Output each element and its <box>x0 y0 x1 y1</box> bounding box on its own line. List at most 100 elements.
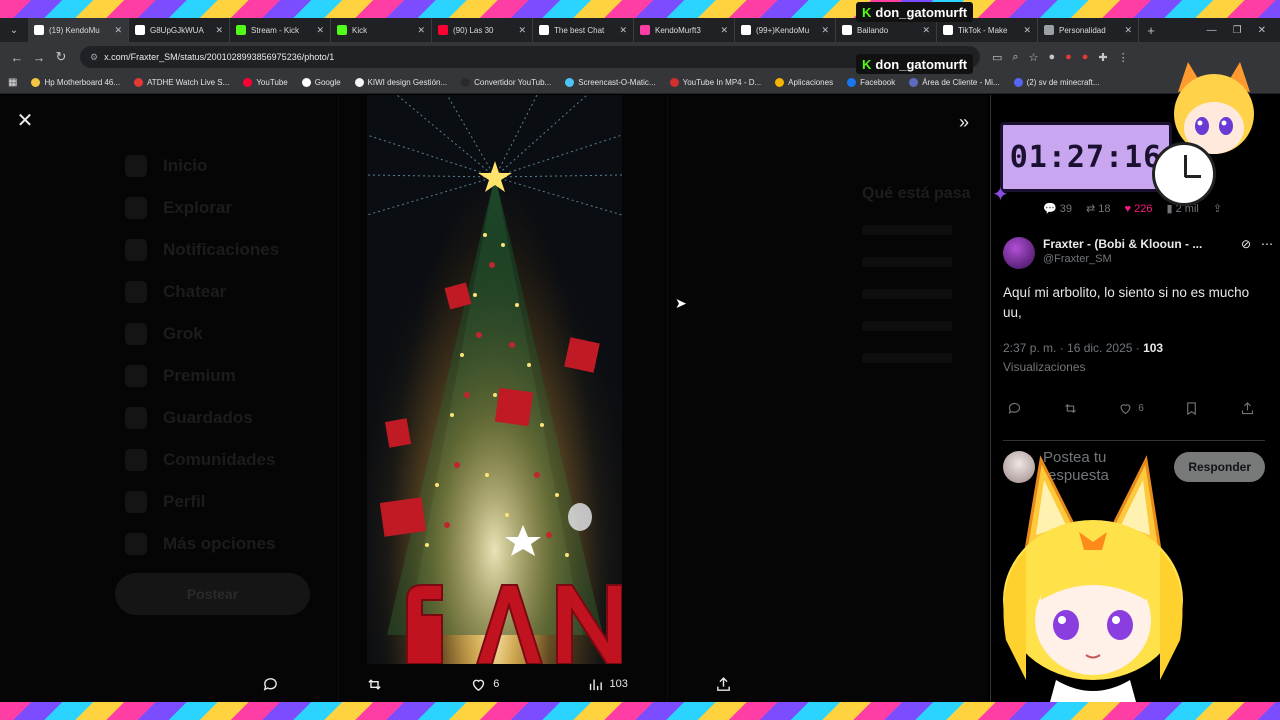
prev-share-icon[interactable]: ⇪ <box>1213 202 1222 215</box>
photo-repost-button[interactable] <box>366 676 383 693</box>
photo-views-button[interactable]: 103 <box>587 676 628 693</box>
apps-grid-icon[interactable]: ▦ <box>8 77 17 88</box>
bookmark-item[interactable]: YouTube In MP4 - D... <box>669 78 761 87</box>
bookmark-label: Google <box>314 78 341 87</box>
close-window-icon[interactable]: ✕ <box>1258 25 1266 36</box>
bookmark-button[interactable] <box>1184 398 1199 418</box>
close-tab-icon[interactable]: ✕ <box>316 25 324 36</box>
kick-username: don_gatomurft <box>875 4 968 20</box>
zoom-icon[interactable]: ⌕ <box>1012 51 1018 64</box>
tiktok-icon <box>842 25 852 35</box>
expand-sidebar-icon[interactable]: » <box>952 110 976 134</box>
close-tab-icon[interactable]: ✕ <box>821 25 829 36</box>
author-handle[interactable]: @Fraxter_SM <box>1043 253 1233 265</box>
bookmark-favicon-icon <box>31 78 41 87</box>
photo-share-button[interactable] <box>715 676 732 693</box>
browser-tab[interactable]: Kick ✕ <box>331 18 432 42</box>
tweet-meta: 2:37 p. m. · 16 dic. 2025 · 103 Visualiz… <box>1003 339 1163 377</box>
bookmark-star-icon[interactable]: ☆ <box>1029 51 1039 64</box>
christmas-tree-photo[interactable] <box>367 95 622 664</box>
browser-tab[interactable]: G8UpGJkWUA ✕ <box>129 18 230 42</box>
prev-reposts[interactable]: ⇄ 18 <box>1086 202 1111 215</box>
ghost-nav-item: Notificaciones <box>125 229 325 271</box>
bookmark-item[interactable]: Facebook <box>847 78 895 87</box>
photo-like-count: 6 <box>493 678 500 690</box>
close-tab-icon[interactable]: ✕ <box>1023 25 1031 36</box>
browser-tab[interactable]: Personalidad ✕ <box>1038 18 1139 42</box>
browser-tab[interactable]: KendoMurft3 ✕ <box>634 18 735 42</box>
close-tab-icon[interactable]: ✕ <box>922 25 930 36</box>
author-display-name[interactable]: Fraxter - (Bobi & Klooun - ... <box>1043 237 1213 251</box>
author-avatar[interactable] <box>1003 237 1035 269</box>
bookmark-item[interactable]: (2) sv de minecraft... <box>1013 78 1100 87</box>
share-button[interactable] <box>1240 398 1255 418</box>
bookmark-item[interactable]: ATDHE Watch Live S... <box>134 78 229 87</box>
close-tab-icon[interactable]: ✕ <box>518 25 526 36</box>
new-tab-button[interactable]: + <box>1139 23 1163 38</box>
maximize-icon[interactable]: ❐ <box>1233 25 1242 36</box>
cast-icon[interactable]: ▭ <box>992 51 1002 64</box>
puzzle-icon[interactable]: ✚ <box>1098 51 1107 64</box>
minimize-icon[interactable]: — <box>1207 25 1217 36</box>
menu-icon[interactable]: ⋮ <box>1118 51 1129 64</box>
site-info-icon[interactable]: ⚙ <box>90 52 98 63</box>
tab-search-icon[interactable]: ⌄ <box>0 25 28 36</box>
forward-icon[interactable]: → <box>28 50 50 65</box>
photo-reply-button[interactable] <box>262 676 279 693</box>
close-tab-icon[interactable]: ✕ <box>720 25 728 36</box>
extension-icon[interactable]: ● <box>1065 51 1072 64</box>
prev-replies[interactable]: 💬 39 <box>1043 202 1072 215</box>
browser-tab[interactable]: Stream - Kick ✕ <box>230 18 331 42</box>
url-input[interactable]: ⚙ x.com/Fraxter_SM/status/20010289938569… <box>80 46 980 68</box>
bookmark-item[interactable]: Convertidor YouTub... <box>461 78 551 87</box>
extension-icon[interactable]: ● <box>1048 51 1055 64</box>
bookmark-item[interactable]: Área de Cliente - Mi... <box>909 78 1000 87</box>
close-photo-icon[interactable]: ✕ <box>14 110 36 132</box>
ghost-nav-icon <box>125 449 147 471</box>
browser-tab[interactable]: (90) Las 30 ✕ <box>432 18 533 42</box>
ghost-nav-item: Chatear <box>125 271 325 313</box>
tweet-views-count: 103 <box>1143 341 1164 355</box>
author-names: Fraxter - (Bobi & Klooun - ... @Fraxter_… <box>1043 237 1233 265</box>
close-tab-icon[interactable]: ✕ <box>417 25 425 36</box>
back-icon[interactable]: ← <box>6 50 28 65</box>
bookmark-label: Aplicaciones <box>788 78 834 87</box>
ghost-nav-icon <box>125 197 147 219</box>
browser-tab[interactable]: (19) KendoMu ✕ <box>28 18 129 42</box>
bookmark-favicon-icon <box>1013 78 1023 87</box>
extension-icon[interactable]: ● <box>1082 51 1089 64</box>
browser-tab[interactable]: The best Chat ✕ <box>533 18 634 42</box>
close-tab-icon[interactable]: ✕ <box>215 25 223 36</box>
tab-label: Stream - Kick <box>251 25 300 35</box>
tweet-action-bar: 6 <box>1007 398 1255 418</box>
close-tab-icon[interactable]: ✕ <box>619 25 627 36</box>
ghost-nav-item: Comunidades <box>125 439 325 481</box>
bookmark-item[interactable]: YouTube <box>243 78 288 87</box>
bookmark-item[interactable]: KIWI design Gestión... <box>354 78 447 87</box>
ghost-nav-label: Grok <box>163 324 203 343</box>
bookmark-item[interactable]: Hp Motherboard 46... <box>31 78 120 87</box>
youtube-icon <box>438 25 448 35</box>
more-options-icon[interactable]: ⋯ <box>1261 237 1273 251</box>
like-button[interactable]: 6 <box>1118 398 1144 418</box>
bookmark-item[interactable]: Google <box>301 78 341 87</box>
tweet-timestamp[interactable]: 2:37 p. m. · 16 dic. 2025 · <box>1003 341 1143 355</box>
repost-icon <box>368 678 381 690</box>
prev-likes[interactable]: ♥ 226 <box>1125 203 1153 215</box>
photo-like-button[interactable]: 6 <box>470 676 499 693</box>
ghost-nav-label: Perfil <box>163 492 206 511</box>
ghost-nav-item: Premium <box>125 355 325 397</box>
reply-button[interactable] <box>1007 398 1022 418</box>
bookmark-label: Hp Motherboard 46... <box>44 78 121 87</box>
close-tab-icon[interactable]: ✕ <box>114 25 122 36</box>
repost-button[interactable] <box>1063 398 1078 418</box>
bookmark-item[interactable]: Screencast-O-Matic... <box>565 78 656 87</box>
browser-tab[interactable]: (99+)KendoMu ✕ <box>735 18 836 42</box>
grok-icon[interactable]: ⊘ <box>1241 237 1251 251</box>
ghost-nav-icon <box>125 407 147 429</box>
close-tab-icon[interactable]: ✕ <box>1124 25 1132 36</box>
reload-icon[interactable]: ↻ <box>50 49 72 65</box>
bookmark-item[interactable]: Aplicaciones <box>775 78 833 87</box>
ghost-trend-line <box>862 321 952 331</box>
tab-label: (19) KendoMu <box>49 25 100 35</box>
